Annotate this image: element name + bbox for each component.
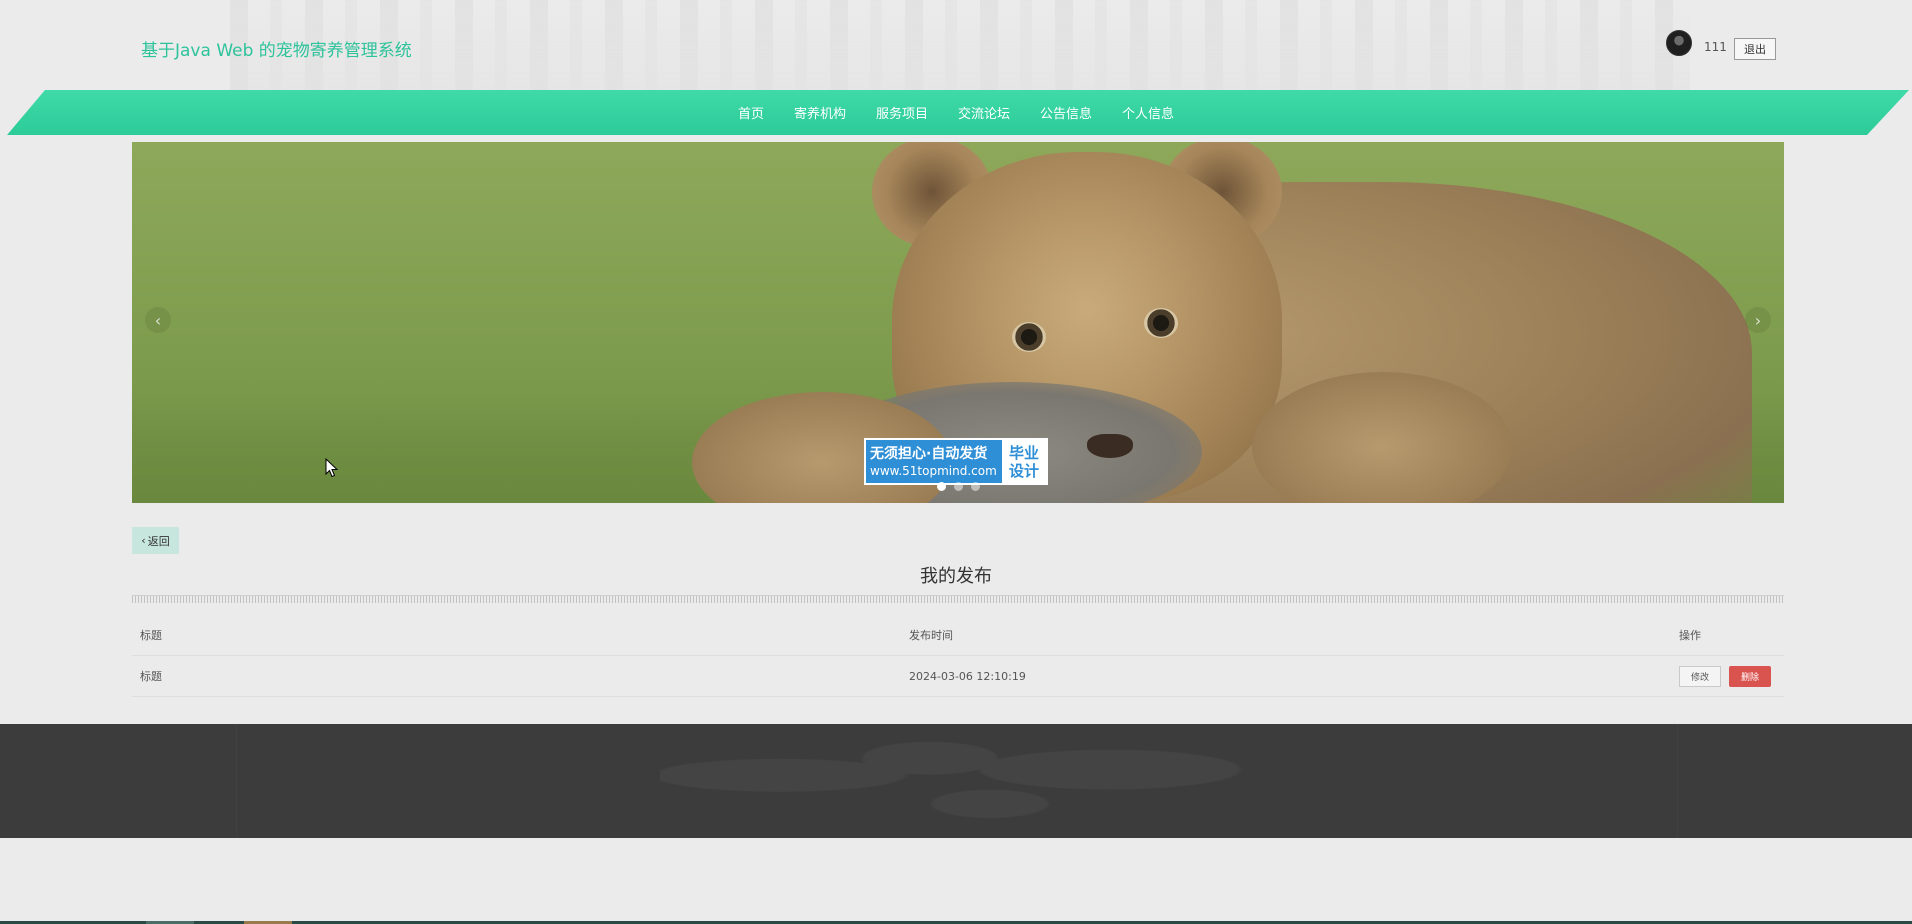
nav-item-profile[interactable]: 个人信息: [1107, 103, 1189, 122]
header-title: 标题: [140, 629, 162, 642]
user-avatar[interactable]: [1666, 30, 1692, 56]
table-row: 标题 2024-03-06 12:10:19 修改 删除: [132, 656, 1784, 697]
watermark-badge: 无须担心·自动发货 www.51topmind.com 毕业 设计: [864, 438, 1048, 485]
user-box: 111: [1666, 30, 1727, 56]
watermark-line1: 无须担心·自动发货: [870, 445, 988, 462]
mouse-cursor-icon: [325, 457, 339, 478]
carousel-indicator-3[interactable]: [971, 482, 980, 491]
header-skyline-background: [230, 0, 1690, 90]
page-title: 我的发布: [920, 566, 992, 587]
carousel-indicator-2[interactable]: [954, 482, 963, 491]
watermark-tag: 毕业 设计: [1002, 440, 1046, 483]
cell-publish-time: 2024-03-06 12:10:19: [909, 669, 1026, 683]
watermark-text: 无须担心·自动发货 www.51topmind.com: [866, 440, 1002, 483]
world-map-background: [660, 724, 1260, 838]
back-button[interactable]: ‹ 返回: [132, 527, 179, 554]
nav-item-announcements[interactable]: 公告信息: [1025, 103, 1107, 122]
carousel-next-button[interactable]: ›: [1745, 307, 1771, 333]
nav-menu: 首页 寄养机构 服务项目 交流论坛 公告信息 个人信息: [0, 90, 1912, 135]
title-divider: [132, 595, 1784, 603]
chevron-left-icon: ‹: [141, 534, 146, 547]
cell-actions: 修改 删除: [1679, 656, 1771, 696]
posts-table: 标题 发布时间 操作 标题 2024-03-06 12:10:19 修改 删除: [132, 615, 1784, 697]
carousel-indicator-1[interactable]: [937, 482, 946, 491]
carousel-indicators: [937, 482, 980, 491]
lion-cub-eye-left: [1012, 322, 1046, 352]
nav-item-institutions[interactable]: 寄养机构: [779, 103, 861, 122]
header-publish-time: 发布时间: [909, 629, 953, 642]
edit-button[interactable]: 修改: [1679, 665, 1721, 687]
nav-item-home[interactable]: 首页: [723, 103, 779, 122]
nav-item-services[interactable]: 服务项目: [861, 103, 943, 122]
header-actions: 操作: [1679, 629, 1701, 642]
site-title[interactable]: 基于Java Web 的宠物寄养管理系统: [141, 36, 412, 61]
table-header-row: 标题 发布时间 操作: [132, 615, 1784, 656]
footer: [0, 724, 1912, 838]
watermark-tag-line1: 毕业: [1008, 443, 1039, 462]
back-button-label: 返回: [147, 534, 170, 548]
watermark-line2: www.51topmind.com: [870, 463, 997, 478]
logout-button[interactable]: 退出: [1734, 38, 1776, 60]
watermark-tag-line2: 设计: [1008, 461, 1039, 480]
lion-cub-nose: [1087, 434, 1133, 458]
delete-button[interactable]: 删除: [1729, 665, 1771, 687]
carousel-prev-button[interactable]: ‹: [145, 307, 171, 333]
lion-cub-eye-right: [1144, 308, 1178, 338]
cell-title: 标题: [140, 670, 162, 683]
nav-item-forum[interactable]: 交流论坛: [943, 103, 1025, 122]
banner-carousel: ‹ › 无须担心·自动发货 www.51topmind.com 毕业 设计: [132, 142, 1784, 503]
username: 111: [1704, 40, 1727, 54]
